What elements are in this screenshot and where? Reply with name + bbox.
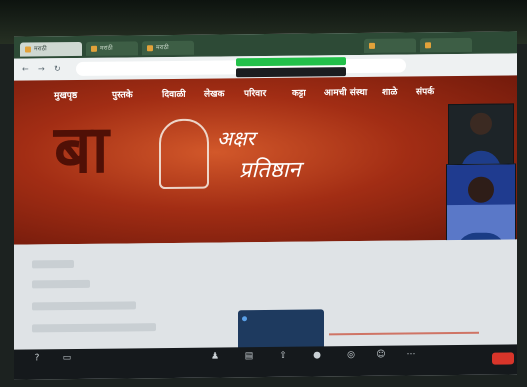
screen-share-label <box>236 67 346 78</box>
menu-item[interactable]: मुखपृष्ठ <box>54 88 77 101</box>
back-icon[interactable]: ← <box>22 64 29 73</box>
tab-favicon-icon <box>425 41 431 48</box>
logo-line-1: अक्षर <box>217 126 255 151</box>
logo-line-2: प्रतिष्ठान <box>239 157 301 184</box>
microphone-icon: ? <box>34 353 40 364</box>
tab-favicon-icon <box>369 42 375 49</box>
browser-tab-2[interactable]: मराठी <box>86 41 138 56</box>
screen-share-indicator <box>236 57 346 67</box>
participants-button[interactable]: ▤ <box>236 351 262 362</box>
chat-icon: ⇧ <box>279 350 287 361</box>
chat-button[interactable]: ⇧ <box>270 351 296 362</box>
menu-item[interactable]: दिवाळी <box>162 87 186 100</box>
browser-tab-5[interactable] <box>420 37 472 53</box>
meeting-toolbar: ? ▭ ♟ ▤ ⇧ ● ◎ ☺ ⋯ <box>14 344 517 380</box>
browser-tab-1[interactable]: मराठी <box>20 41 82 57</box>
logo-emblem-icon <box>159 118 209 190</box>
site-menu: मुखपृष्ठ पुस्तके दिवाळी लेखक परिवार कट्ट… <box>44 84 464 104</box>
menu-item[interactable]: शाळे <box>382 85 397 98</box>
smiley-icon: ☺ <box>376 349 386 360</box>
participant-video-1[interactable] <box>448 103 514 167</box>
tab-favicon-icon <box>25 45 31 53</box>
video-button[interactable]: ▭ <box>54 353 80 364</box>
content-line <box>32 323 156 333</box>
menu-item[interactable]: पुस्तके <box>112 87 133 100</box>
menu-item[interactable]: परिवार <box>244 86 266 99</box>
popup-line-1 <box>250 314 320 315</box>
reactions-button[interactable]: ☺ <box>368 350 394 361</box>
mute-button[interactable]: ? <box>24 353 50 364</box>
menu-item[interactable]: लेखक <box>204 86 224 99</box>
camera-icon: ▭ <box>62 353 72 364</box>
info-icon <box>242 316 247 322</box>
reload-icon[interactable]: ↻ <box>54 64 61 73</box>
banner-big-letters: बा <box>54 109 105 189</box>
content-line <box>32 279 90 289</box>
security-button[interactable]: ♟ <box>202 351 228 362</box>
participant-face <box>468 176 494 203</box>
shield-icon: ♟ <box>210 351 220 362</box>
site-logo[interactable]: अक्षर प्रतिष्ठान <box>159 117 359 199</box>
share-icon: ● <box>313 350 321 361</box>
menu-item[interactable]: कट्टा <box>292 86 306 99</box>
record-icon: ◎ <box>347 350 355 361</box>
more-icon: ⋯ <box>406 349 416 360</box>
content-line <box>32 301 136 311</box>
menu-item[interactable]: आमची संस्था <box>324 85 367 98</box>
browser-tab-3[interactable]: मराठी <box>142 40 194 56</box>
record-button[interactable]: ◎ <box>338 350 364 361</box>
site-banner: बा मुखपृष्ठ पुस्तके दिवाळी लेखक परिवार क… <box>14 75 517 245</box>
share-screen-button[interactable]: ● <box>304 350 330 361</box>
tab-favicon-icon <box>91 45 97 52</box>
end-meeting-button[interactable] <box>492 352 514 365</box>
content-line <box>32 260 74 269</box>
popup-line-2 <box>250 314 320 315</box>
forward-icon[interactable]: → <box>38 64 45 73</box>
screen: मराठी मराठी मराठी ← → ↻ बा मुखपृष्ठ पुस्… <box>14 31 517 380</box>
participant-face <box>470 112 492 135</box>
tab-favicon-icon <box>147 44 153 51</box>
menu-item[interactable]: संपर्क <box>416 84 434 97</box>
browser-tab-4[interactable] <box>364 38 416 53</box>
participants-icon: ▤ <box>244 351 254 362</box>
more-button[interactable]: ⋯ <box>398 349 424 360</box>
